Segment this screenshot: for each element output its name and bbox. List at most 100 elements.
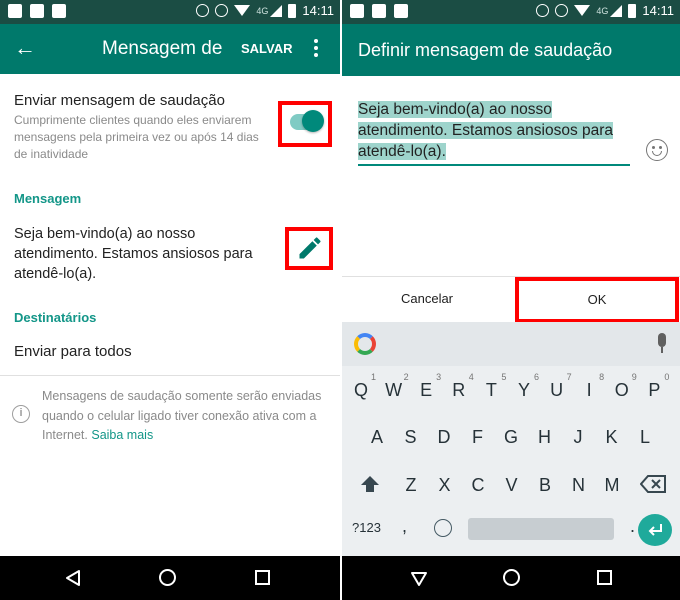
key-k[interactable]: K xyxy=(599,427,625,448)
status-bar: 4G 14:11 xyxy=(0,0,340,24)
smiley-icon[interactable] xyxy=(646,139,668,161)
ok-button[interactable]: OK xyxy=(518,280,676,320)
nav-home-icon[interactable] xyxy=(503,569,520,586)
status-bar: 4G 14:11 xyxy=(342,0,680,24)
key-s[interactable]: S xyxy=(398,427,424,448)
key-label: O xyxy=(614,380,629,400)
app-bar: ← Mensagem de SALVAR xyxy=(0,24,340,74)
battery-icon xyxy=(288,3,297,18)
wifi-icon xyxy=(574,5,591,16)
arrow-left-icon[interactable]: ← xyxy=(14,36,36,60)
key-j[interactable]: J xyxy=(565,427,591,448)
key-hint: 9 xyxy=(631,372,637,382)
key-x[interactable]: X xyxy=(432,475,458,496)
section-label-message: Mensagem xyxy=(14,191,82,206)
key-hint: 7 xyxy=(566,372,572,382)
nav-recents-icon[interactable] xyxy=(255,570,270,585)
key-e[interactable]: E3 xyxy=(413,372,441,401)
key-hint: 8 xyxy=(599,372,605,382)
pencil-icon[interactable] xyxy=(296,234,324,262)
info-icon: i xyxy=(12,405,30,423)
enter-arrow-icon xyxy=(648,524,662,536)
greeting-message-input[interactable]: Seja bem-vindo(a) ao nosso atendimento. … xyxy=(358,99,630,162)
backspace-icon[interactable] xyxy=(640,475,666,493)
key-i[interactable]: I8 xyxy=(576,372,605,401)
key-h[interactable]: H xyxy=(532,427,558,448)
key-hint: 3 xyxy=(436,372,442,382)
key-v[interactable]: V xyxy=(499,475,525,496)
microphone-icon[interactable] xyxy=(658,333,666,347)
key-l[interactable]: L xyxy=(632,427,658,448)
emoji-key-icon[interactable] xyxy=(434,519,452,537)
alarm-icon xyxy=(215,4,229,17)
key-label: I xyxy=(586,380,592,400)
key-w[interactable]: W2 xyxy=(381,372,409,401)
input-underline xyxy=(358,164,630,166)
cancel-button[interactable]: Cancelar xyxy=(342,277,512,321)
key-r[interactable]: R4 xyxy=(446,372,474,401)
greeting-setting-title: Enviar mensagem de saudação xyxy=(14,92,225,109)
key-hint: 6 xyxy=(533,372,539,382)
key-b[interactable]: B xyxy=(532,475,558,496)
notification-icon xyxy=(372,4,386,18)
wifi-icon xyxy=(234,5,251,16)
key-a[interactable]: A xyxy=(364,427,390,448)
comma-key[interactable]: , xyxy=(402,516,407,537)
key-q[interactable]: Q1 xyxy=(348,372,376,401)
symbols-key[interactable]: ?123 xyxy=(352,520,381,535)
nav-back-down-icon[interactable] xyxy=(410,569,428,587)
data-saver-icon xyxy=(196,4,210,17)
greeting-setting-subtitle: Cumprimente clientes quando eles enviare… xyxy=(14,113,259,161)
key-u[interactable]: U7 xyxy=(544,372,572,401)
nav-back-icon[interactable] xyxy=(64,569,82,587)
divider xyxy=(0,375,340,376)
key-c[interactable]: C xyxy=(465,475,491,496)
key-m[interactable]: M xyxy=(599,475,625,496)
dialog-title: Definir mensagem de saudação xyxy=(358,40,613,60)
space-key[interactable] xyxy=(468,518,614,540)
signal-icon xyxy=(610,4,623,17)
key-label: Q xyxy=(353,380,368,400)
microphone-stand xyxy=(661,347,663,353)
nav-home-icon[interactable] xyxy=(159,569,176,586)
key-n[interactable]: N xyxy=(566,475,592,496)
key-o[interactable]: O9 xyxy=(609,372,637,401)
network-type: 4G xyxy=(256,5,269,16)
info-text: Mensagens de saudação somente serão envi… xyxy=(42,387,322,446)
key-label: E xyxy=(420,380,433,400)
key-y[interactable]: Y6 xyxy=(511,372,539,401)
recipients-value[interactable]: Enviar para todos xyxy=(14,343,132,360)
navigation-bar xyxy=(0,556,340,600)
google-icon[interactable] xyxy=(354,333,376,355)
battery-icon xyxy=(628,3,637,18)
key-f[interactable]: F xyxy=(465,427,491,448)
key-p[interactable]: P0 xyxy=(641,372,669,401)
key-label: R xyxy=(452,380,466,400)
status-time: 14:11 xyxy=(642,3,674,18)
key-g[interactable]: G xyxy=(498,427,524,448)
status-time: 14:11 xyxy=(302,3,334,18)
nav-recents-icon[interactable] xyxy=(597,570,612,585)
selected-text[interactable]: Seja bem-vindo(a) ao nosso atendimento. … xyxy=(358,101,614,160)
key-label: Y xyxy=(517,380,530,400)
navigation-bar xyxy=(342,556,680,600)
key-z[interactable]: Z xyxy=(398,475,424,496)
key-hint: 1 xyxy=(370,372,376,382)
toggle-knob[interactable] xyxy=(302,110,324,132)
info-message: Mensagens de saudação somente serão envi… xyxy=(42,389,322,442)
alarm-icon xyxy=(555,4,569,17)
key-label: W xyxy=(385,380,403,400)
page-title: Mensagem de xyxy=(102,38,223,59)
shift-icon[interactable] xyxy=(360,474,380,494)
period-key[interactable]: . xyxy=(630,516,635,537)
gmail-icon xyxy=(8,4,22,18)
keyboard-suggestion-bar xyxy=(342,322,680,366)
learn-more-link[interactable]: Saiba mais xyxy=(91,428,153,442)
key-d[interactable]: D xyxy=(431,427,457,448)
key-hint: 0 xyxy=(664,372,670,382)
save-button[interactable]: SALVAR xyxy=(241,41,293,56)
key-t[interactable]: T5 xyxy=(478,372,507,401)
more-vert-icon[interactable] xyxy=(314,39,318,60)
key-label: T xyxy=(485,380,497,400)
enter-key[interactable] xyxy=(638,514,672,546)
